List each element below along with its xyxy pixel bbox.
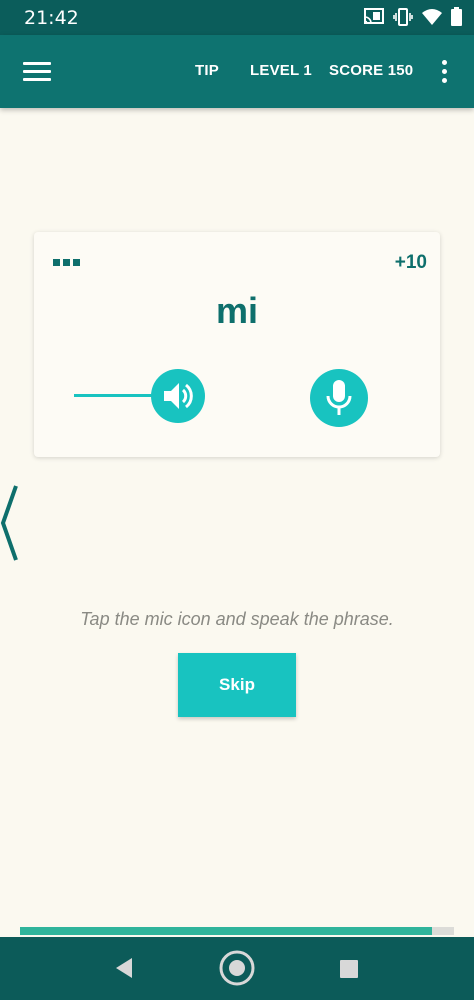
home-circle-icon[interactable]: [218, 949, 256, 992]
status-bar: 21:42: [0, 0, 474, 35]
navigation-bar: [0, 937, 474, 1000]
back-triangle-icon[interactable]: [114, 957, 134, 984]
status-icons: [364, 7, 462, 26]
recents-square-icon[interactable]: [339, 959, 359, 984]
status-time: 21:42: [24, 7, 79, 29]
cast-icon: [364, 8, 384, 25]
instruction-text: Tap the mic icon and speak the phrase.: [80, 609, 394, 629]
attempt-dots: [53, 259, 80, 266]
previous-chevron-icon[interactable]: [0, 484, 22, 562]
score-indicator[interactable]: SCORE 150: [329, 62, 413, 79]
phrase-word: mi: [215, 290, 258, 331]
app-bar: TIP LEVEL 1 SCORE 150: [0, 35, 474, 108]
level-indicator[interactable]: LEVEL 1: [250, 62, 312, 79]
phrase-card: +10 mi: [34, 232, 440, 457]
progress-bar: [20, 927, 454, 935]
tip-button[interactable]: TIP: [195, 62, 219, 79]
microphone-button[interactable]: [310, 369, 368, 427]
battery-icon: [451, 7, 462, 26]
wifi-icon: [422, 8, 442, 25]
hamburger-menu-icon[interactable]: [20, 58, 54, 86]
speaker-icon: [161, 381, 195, 411]
progress-fill: [20, 927, 433, 935]
microphone-icon: [325, 378, 353, 418]
vibrate-icon: [393, 7, 413, 26]
more-vertical-icon[interactable]: [434, 60, 454, 86]
skip-button[interactable]: Skip: [178, 653, 296, 717]
points-badge: +10: [394, 252, 427, 273]
speaker-button[interactable]: [151, 369, 205, 423]
